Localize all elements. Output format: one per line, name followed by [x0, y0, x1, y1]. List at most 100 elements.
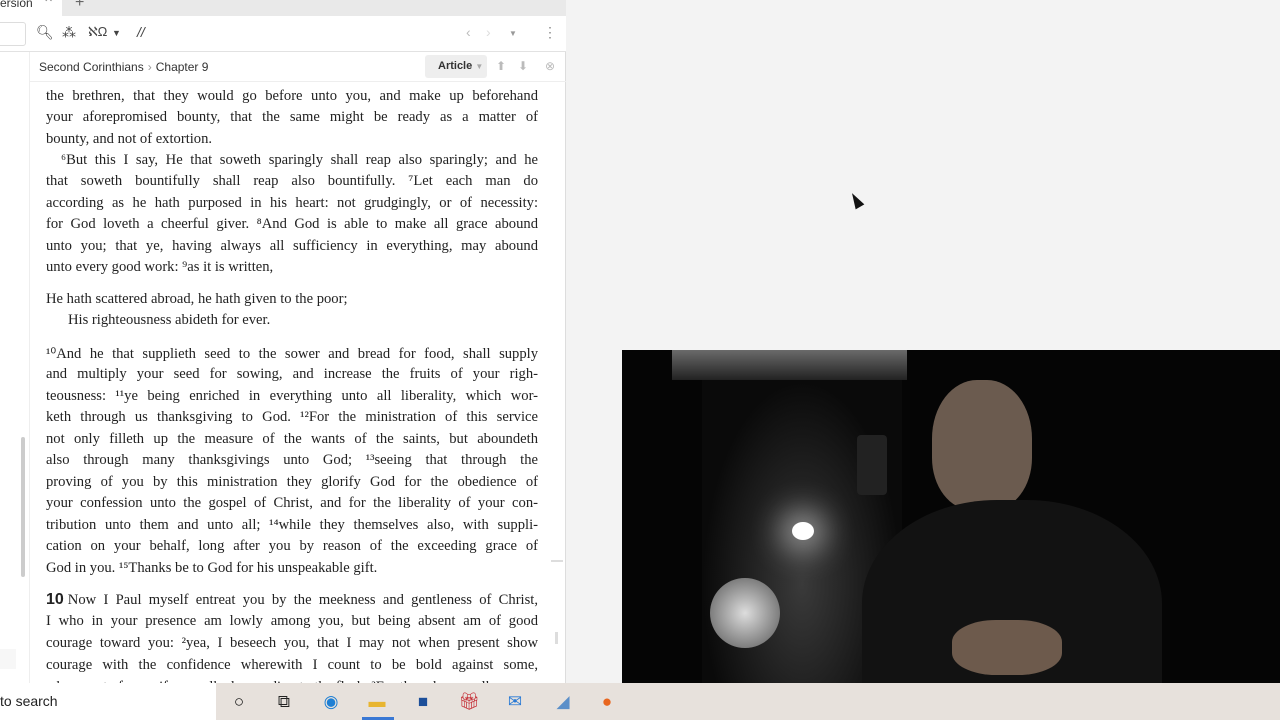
parallel-icon[interactable]: // [137, 24, 145, 40]
chevron-down-icon: ▼ [475, 62, 484, 71]
right-scrollbar[interactable] [551, 86, 563, 683]
line-text: I who in your presence am lowly among yo… [46, 613, 538, 630]
scroll-marker [551, 560, 563, 562]
verse-line: God in you. ¹⁵Thanks be to God for his u… [46, 560, 538, 580]
chapter-number: 10 [46, 591, 64, 608]
left-scrollbar[interactable] [21, 437, 25, 577]
interlinear-icon[interactable]: ℵΩ [88, 24, 107, 40]
line-text: bounty, and not of extortion. [46, 130, 213, 147]
poem-line: He hath scattered abroad, he hath given … [46, 291, 538, 311]
verse-line: your aforepromised bounty, that the same… [46, 109, 538, 129]
verse-line: according as he hath purposed in his hea… [46, 195, 538, 215]
verse-line: ⁶But this I say, He that soweth sparingl… [46, 152, 538, 172]
verse-line: keth through us thanksgiving to God. ¹²F… [46, 409, 538, 429]
line-text: He hath scattered abroad, he hath given … [46, 291, 348, 307]
edge-icon[interactable]: ◉ [320, 692, 342, 712]
arrow-up-icon[interactable]: ⬆ [496, 59, 506, 73]
gift-icon[interactable]: 🎁︎ [458, 692, 480, 712]
ceiling-light [672, 350, 907, 380]
line-text: the brethren, that they would go before … [46, 88, 538, 104]
line-text: unto every good work: ⁹as it is written, [46, 259, 274, 276]
firefox-icon[interactable]: ● [596, 692, 618, 712]
store-icon[interactable]: ■ [412, 692, 434, 712]
verse-line: also through many thanksgivings unto God… [46, 452, 538, 472]
verse-line: ¹⁰And he that supplieth seed to the sowe… [46, 345, 538, 365]
lamp-light [792, 522, 814, 540]
line-text: and multiply your seed for sowing, and i… [46, 366, 538, 383]
line-text: keth through us thanksgiving to God. ¹²F… [46, 409, 538, 426]
line-text: for God loveth a cheerful giver. ⁸And Go… [46, 216, 538, 233]
verse-line: 10 Now I Paul myself entreat you by the m… [46, 591, 538, 611]
app-icon[interactable]: ◢ [552, 692, 574, 712]
scroll-thumb[interactable] [555, 632, 558, 644]
verse-line: bounty, and not of extortion. [46, 131, 538, 151]
verse-line: not only filleth up the measure of the w… [46, 431, 538, 451]
poem-line: His righteousness abideth for ever. [46, 312, 538, 332]
visual-filter-icon[interactable]: ⁂ [62, 24, 76, 41]
view-mode-label: Article [438, 60, 473, 72]
phone-device [857, 435, 887, 495]
line-text: God in you. ¹⁵Thanks be to God for his u… [46, 559, 378, 576]
line-text: unto you; that ye, having always all suf… [46, 237, 538, 254]
verse-line: courage with the confidence wherewith I … [46, 657, 538, 677]
line-text: also through many thanksgivings unto God… [46, 452, 538, 469]
person-hands [952, 620, 1062, 675]
verse-line: proving of you by this ministration they… [46, 474, 538, 494]
verse-line: teousness: ¹¹ye being enriched in everyt… [46, 388, 538, 408]
bible-reader-window: ersion ✕ + 🔍︎ ⁂ ℵΩ ▼ // ‹ › ▼ ⋮ Second Co… [0, 0, 566, 693]
fan [710, 578, 780, 648]
more-options-icon[interactable]: ⋮ [543, 24, 557, 41]
tab-version[interactable]: ersion ✕ [0, 0, 62, 16]
chevron-down-icon[interactable]: ▼ [112, 28, 121, 38]
line-text: ⁶But this I say, He that soweth sparingl… [61, 152, 538, 168]
line-text: according as he hath purposed in his hea… [46, 194, 538, 211]
left-pane-box [0, 649, 16, 669]
verse-line: unto you; that ye, having always all suf… [46, 238, 538, 258]
search-input[interactable] [0, 22, 26, 46]
arrow-down-icon[interactable]: ⬇ [518, 59, 528, 73]
line-text: ¹⁰And he that supplieth seed to the sowe… [46, 346, 538, 362]
line-text: teousness: ¹¹ye being enriched in everyt… [46, 387, 538, 404]
verse-line: that soweth bountifully shall reap also … [46, 173, 538, 193]
close-tab-icon[interactable]: ✕ [44, 0, 53, 5]
taskbar-search-label: to search [0, 693, 58, 709]
line-text: Now I Paul myself entreat you by the mee… [67, 592, 538, 608]
toolbar: 🔍︎ ⁂ ℵΩ ▼ // ‹ › ▼ ⋮ [0, 16, 566, 52]
reference-header: Second Corinthians › Chapter 9 Article ▼ ⬆… [30, 52, 566, 82]
close-circle-icon[interactable]: ⊗ [545, 59, 555, 73]
breadcrumb: Second Corinthians › Chapter 9 [39, 60, 208, 74]
breadcrumb-chapter[interactable]: Chapter 9 [156, 60, 209, 74]
line-text: your confession unto the gospel of Chris… [46, 495, 538, 512]
breadcrumb-book[interactable]: Second Corinthians [39, 60, 144, 74]
verse-line: and multiply your seed for sowing, and i… [46, 366, 538, 386]
line-text: His righteousness abideth for ever. [68, 312, 271, 329]
webcam-overlay [622, 350, 1280, 720]
back-icon[interactable]: ‹ [466, 24, 471, 40]
forward-icon[interactable]: › [486, 24, 491, 40]
file-explorer-icon[interactable]: ▬ [366, 692, 388, 712]
mail-icon[interactable]: ✉ [504, 692, 526, 712]
task-view-icon[interactable]: ⧉ [273, 692, 295, 712]
verse-line: tribution unto them and unto all; ¹⁴whil… [46, 517, 538, 537]
search-icon[interactable]: 🔍︎ [36, 24, 54, 41]
verse-line: unto every good work: ⁹as it is written, [46, 259, 538, 279]
history-dropdown-icon[interactable]: ▼ [509, 29, 517, 38]
breadcrumb-separator: › [147, 60, 152, 74]
line-text: not only filleth up the measure of the w… [46, 430, 538, 447]
verse-line: cation on your behalf, long after you by… [46, 538, 538, 558]
verse-line: courage toward you: ²yea, I beseech you,… [46, 635, 538, 655]
tab-bar: ersion ✕ + [0, 0, 566, 16]
cortana-icon[interactable]: ○ [228, 692, 250, 712]
verse-line: the brethren, that they would go before … [46, 88, 538, 108]
verse-line: for God loveth a cheerful giver. ⁸And Go… [46, 216, 538, 236]
view-mode-dropdown[interactable]: Article ▼ [425, 55, 487, 78]
line-text: cation on your behalf, long after you by… [46, 538, 538, 555]
line-text: courage with the confidence wherewith I … [46, 657, 538, 674]
person-head [932, 380, 1032, 510]
line-text: proving of you by this ministration they… [46, 473, 538, 490]
taskbar-search[interactable]: to search [0, 683, 216, 720]
line-text: tribution unto them and unto all; ¹⁴whil… [46, 516, 538, 533]
tab-label: ersion [0, 0, 33, 10]
verse-line: I who in your presence am lowly among yo… [46, 613, 538, 633]
new-tab-button[interactable]: + [75, 0, 84, 12]
